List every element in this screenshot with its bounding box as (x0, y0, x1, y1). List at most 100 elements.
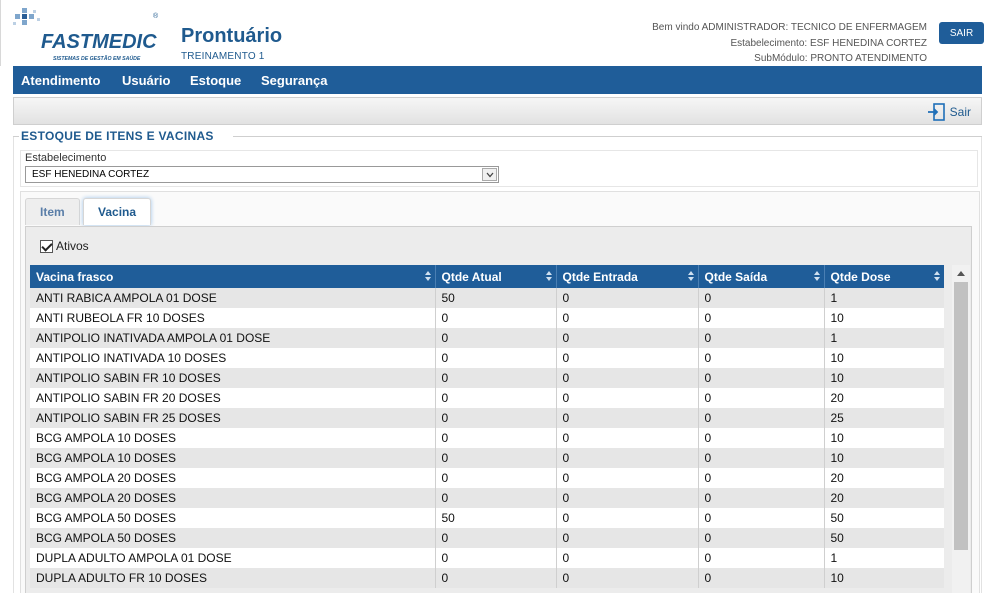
sort-icon[interactable] (687, 271, 695, 281)
table-row[interactable]: ANTIPOLIO INATIVADA 10 DOSES 0 0 0 10 (30, 348, 944, 368)
column-qtde-entrada[interactable]: Qtde Entrada (556, 265, 699, 288)
menu-atendimento[interactable]: Atendimento (21, 73, 100, 88)
table-cell: DUPLA ADULTO AMPOLA 01 DOSE (30, 548, 436, 568)
toolbar: Sair (13, 97, 982, 125)
column-qtde-atual[interactable]: Qtde Atual (435, 265, 557, 288)
table-cell: 0 (698, 308, 825, 328)
table-cell: 50 (435, 288, 557, 308)
table-cell: 0 (556, 528, 699, 548)
table-row[interactable]: BCG AMPOLA 50 DOSES 0 0 0 50 (30, 528, 944, 548)
table-row[interactable]: BCG AMPOLA 50 DOSES 50 0 0 50 (30, 508, 944, 528)
table-cell: ANTIPOLIO SABIN FR 25 DOSES (30, 408, 436, 428)
table-cell: 0 (435, 568, 557, 588)
svg-text:SISTEMAS DE GESTÃO EM SAÚDE: SISTEMAS DE GESTÃO EM SAÚDE (53, 55, 141, 62)
column-vacina-frasco[interactable]: Vacina frasco (30, 265, 436, 288)
table-cell: 0 (435, 468, 557, 488)
table-cell: BCG AMPOLA 10 DOSES (30, 448, 436, 468)
logout-button[interactable]: SAIR (939, 22, 984, 44)
table-cell: 0 (556, 548, 699, 568)
table-cell: 0 (556, 508, 699, 528)
table-cell: BCG AMPOLA 10 DOSES (30, 428, 436, 448)
table-cell: 0 (556, 448, 699, 468)
sort-icon[interactable] (545, 271, 553, 281)
sort-icon[interactable] (934, 271, 941, 281)
table-cell: 0 (556, 388, 699, 408)
table-cell: 0 (556, 468, 699, 488)
table-cell: 0 (435, 488, 557, 508)
table-row[interactable]: ANTI RUBEOLA FR 10 DOSES 0 0 0 10 (30, 308, 944, 328)
chevron-down-icon[interactable] (482, 168, 497, 181)
table-cell: ANTIPOLIO SABIN FR 20 DOSES (30, 388, 436, 408)
table-cell: 0 (698, 488, 825, 508)
table-row[interactable]: ANTIPOLIO SABIN FR 10 DOSES 0 0 0 10 (30, 368, 944, 388)
app-header: FASTMEDIC ® SISTEMAS DE GESTÃO EM SAÚDE … (0, 0, 989, 66)
establishment-value: ESF HENEDINA CORTEZ (32, 169, 150, 180)
table-row[interactable]: BCG AMPOLA 10 DOSES 0 0 0 10 (30, 448, 944, 468)
menu-usuario[interactable]: Usuário (122, 73, 170, 88)
scroll-thumb[interactable] (954, 282, 968, 550)
table-cell: 0 (556, 368, 699, 388)
table-cell: 0 (698, 288, 825, 308)
table-cell: ANTIPOLIO INATIVADA 10 DOSES (30, 348, 436, 368)
app-subtitle: TREINAMENTO 1 (181, 51, 265, 62)
table-cell: 0 (435, 348, 557, 368)
exit-button[interactable]: Sair (927, 102, 971, 122)
table-row[interactable]: ANTIPOLIO SABIN FR 20 DOSES 0 0 0 20 (30, 388, 944, 408)
ativos-checkbox[interactable] (40, 239, 53, 253)
table-cell: 0 (435, 428, 557, 448)
table-cell: 0 (556, 348, 699, 368)
table-cell: 0 (556, 308, 699, 328)
table-cell: 0 (435, 448, 557, 468)
table-row[interactable]: ANTI RABICA AMPOLA 01 DOSE 50 0 0 1 (30, 288, 944, 308)
tab-vacina[interactable]: Vacina (83, 198, 152, 225)
menu-estoque[interactable]: Estoque (190, 73, 241, 88)
table-cell: 0 (698, 348, 825, 368)
table-cell: 10 (824, 308, 944, 328)
table-cell: 10 (824, 348, 944, 368)
table-header: Vacina frasco Qtde Atual Qtde Entrada Qt… (30, 265, 944, 288)
svg-text:®: ® (153, 12, 159, 20)
table-cell: 50 (824, 528, 944, 548)
table-cell: ANTI RABICA AMPOLA 01 DOSE (30, 288, 436, 308)
submodule-text: SubMódulo: PRONTO ATENDIMENTO (754, 53, 927, 64)
table-cell: 0 (435, 528, 557, 548)
table-cell: BCG AMPOLA 50 DOSES (30, 528, 436, 548)
table-cell: 0 (698, 408, 825, 428)
table-cell: 0 (698, 368, 825, 388)
ativos-filter[interactable]: Ativos (40, 239, 89, 253)
scroll-up-icon[interactable] (952, 265, 970, 282)
table-row[interactable]: BCG AMPOLA 20 DOSES 0 0 0 20 (30, 488, 944, 508)
sort-icon[interactable] (813, 271, 821, 281)
table-cell: 10 (824, 448, 944, 468)
establishment-select[interactable]: ESF HENEDINA CORTEZ (25, 166, 499, 183)
table-cell: 10 (824, 568, 944, 588)
main-menu: Atendimento Usuário Estoque Segurança (13, 66, 982, 94)
fastmedic-logo: FASTMEDIC ® SISTEMAS DE GESTÃO EM SAÚDE (13, 8, 159, 62)
table-row[interactable]: ANTIPOLIO INATIVADA AMPOLA 01 DOSE 0 0 0 1 (30, 328, 944, 348)
table-cell: BCG AMPOLA 20 DOSES (30, 468, 436, 488)
column-qtde-dose[interactable]: Qtde Dose (824, 265, 944, 288)
table-row[interactable]: ANTIPOLIO SABIN FR 25 DOSES 0 0 0 25 (30, 408, 944, 428)
sort-icon[interactable] (424, 271, 432, 281)
table-scrollbar[interactable] (952, 265, 970, 593)
table-cell: ANTIPOLIO INATIVADA AMPOLA 01 DOSE (30, 328, 436, 348)
column-qtde-saida[interactable]: Qtde Saída (698, 265, 825, 288)
table-cell: 0 (435, 408, 557, 428)
section-title: ESTOQUE DE ITENS E VACINAS (21, 129, 214, 143)
table-row[interactable]: DUPLA ADULTO FR 10 DOSES 0 0 0 10 (30, 568, 944, 588)
user-info: Bem vindo ADMINISTRADOR: TECNICO DE ENFE… (652, 20, 927, 67)
vaccine-table: Vacina frasco Qtde Atual Qtde Entrada Qt… (30, 265, 944, 588)
tab-item[interactable]: Item (25, 198, 80, 225)
table-cell: 0 (556, 288, 699, 308)
table-cell: 20 (824, 468, 944, 488)
table-cell: 0 (435, 308, 557, 328)
menu-seguranca[interactable]: Segurança (261, 73, 327, 88)
table-row[interactable]: BCG AMPOLA 10 DOSES 0 0 0 10 (30, 428, 944, 448)
table-cell: 20 (824, 488, 944, 508)
table-cell: 10 (824, 368, 944, 388)
table-row[interactable]: DUPLA ADULTO AMPOLA 01 DOSE 0 0 0 1 (30, 548, 944, 568)
establishment-label: Estabelecimento (25, 152, 107, 164)
table-cell: 20 (824, 388, 944, 408)
table-cell: 50 (824, 508, 944, 528)
table-row[interactable]: BCG AMPOLA 20 DOSES 0 0 0 20 (30, 468, 944, 488)
